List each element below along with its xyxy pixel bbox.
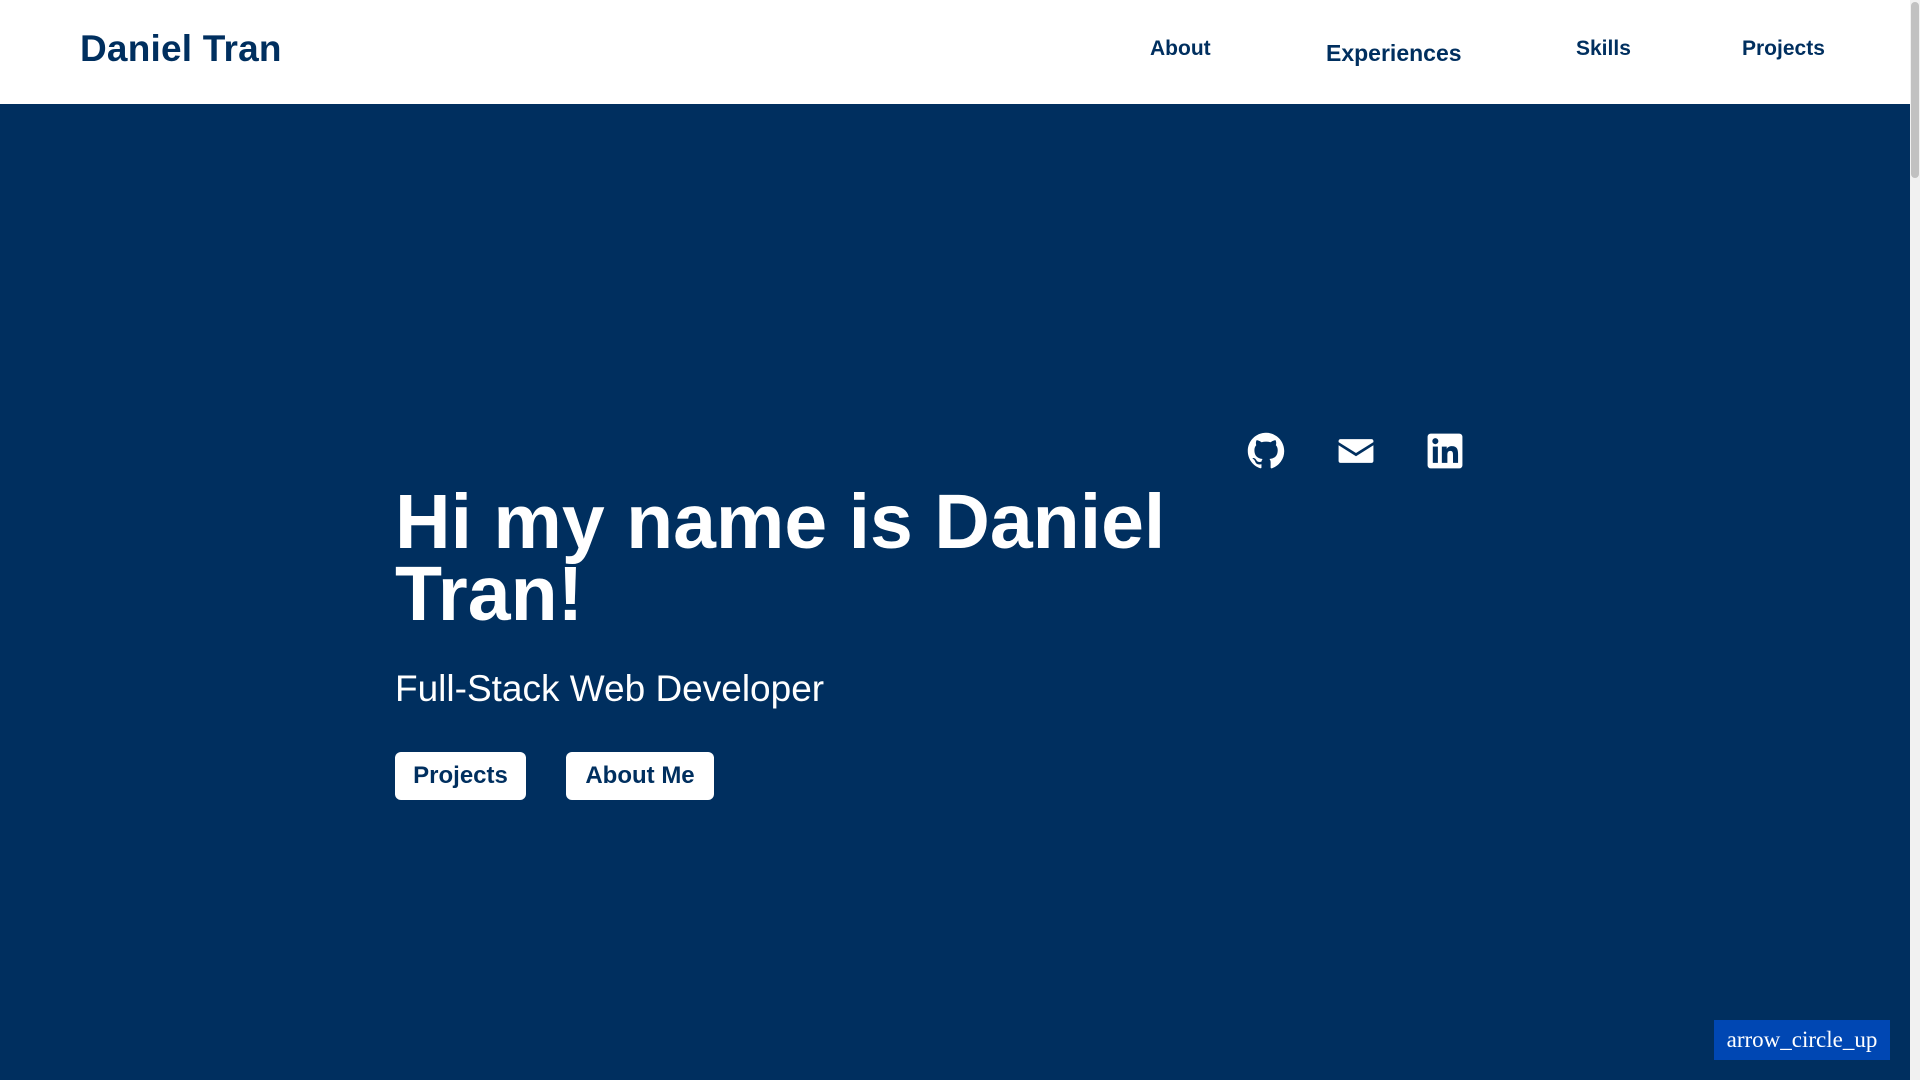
hero-title: Hi my name is Daniel Tran! [395,479,1166,637]
site-header: Daniel Tran About Experiences Skills Pro… [0,0,1910,104]
mail-icon[interactable] [1337,432,1375,470]
hero-subtitle: Full-Stack Web Developer [395,668,825,709]
mail-icon-graphic [1338,439,1374,463]
page: Daniel Tran About Experiences Skills Pro… [0,0,1920,1080]
nav-skills-link[interactable]: Skills [1576,37,1631,61]
github-icon-graphic [1247,432,1285,469]
scrollbar-thumb[interactable] [1911,2,1919,178]
brand-logo[interactable]: Daniel Tran [80,28,282,70]
linkedin-icon-graphic [1427,433,1463,469]
nav-about-link[interactable]: About [1150,37,1211,61]
nav-projects-link[interactable]: Projects [1742,37,1825,61]
github-icon[interactable] [1247,432,1285,470]
nav-experiences-link[interactable]: Experiences [1326,40,1462,67]
vertical-scrollbar[interactable] [1910,0,1920,1080]
projects-button[interactable]: Projects [395,752,526,800]
back-to-top-button[interactable]: arrow_circle_up [1714,1020,1890,1060]
about-me-button[interactable]: About Me [566,752,714,800]
linkedin-icon[interactable] [1426,432,1464,470]
